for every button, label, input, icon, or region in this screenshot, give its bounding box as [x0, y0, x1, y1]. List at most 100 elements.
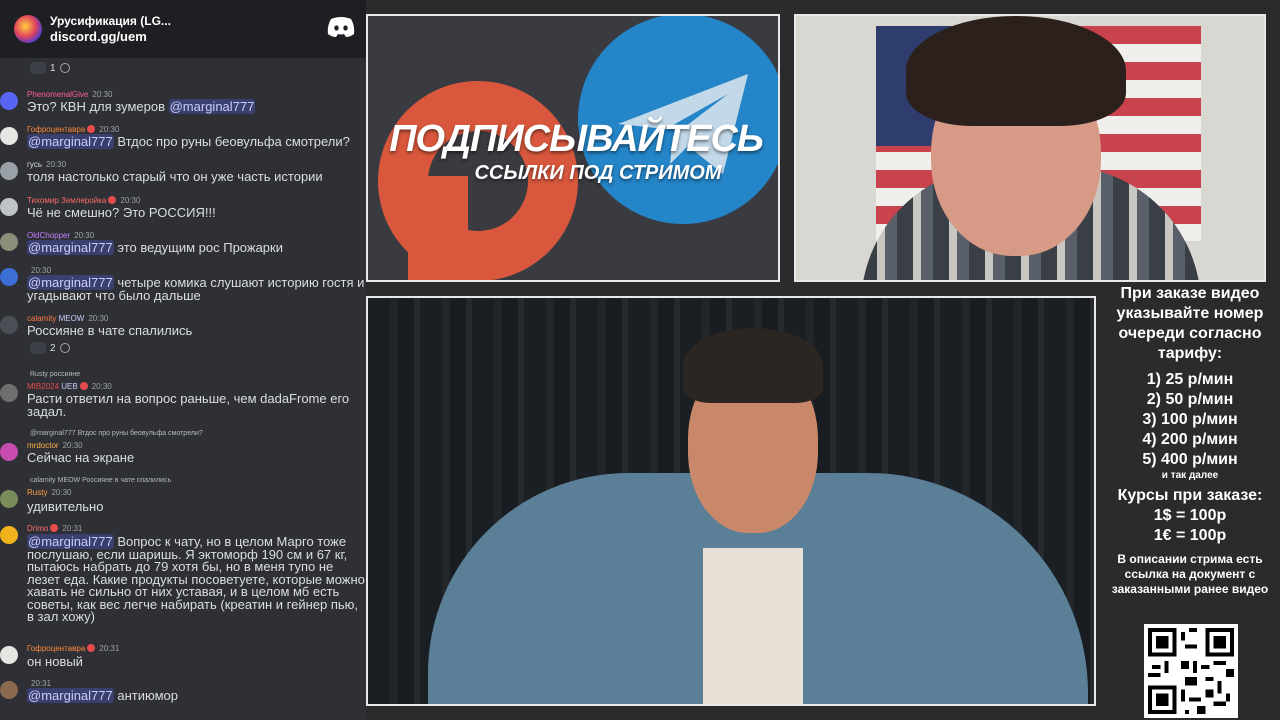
patreon-logo-stem [408, 176, 468, 280]
badge-icon [79, 382, 88, 390]
order-intro: При заказе видео указывайте номер очеред… [1116, 285, 1264, 362]
promo-banner: ПОДПИСЫВАЙТЕСЬ ССЫЛКИ ПОД СТРИМОМ [366, 14, 780, 282]
timestamp: 20:30 [120, 196, 141, 205]
message-text: он новый [27, 654, 83, 669]
message-text: удивительно [27, 499, 104, 514]
server-avatar [14, 15, 42, 43]
avatar [0, 162, 18, 180]
username: OldChopper 20:30 [27, 231, 94, 240]
message-body: Втдос про руны беовульфа смотрели? [113, 134, 350, 149]
message-text: Это? КВН для зумеров @marginal777 [27, 99, 366, 114]
tariff-item: 2) 50 р/мин [1146, 391, 1234, 408]
guest-hair [683, 328, 823, 403]
emoji-chip [30, 62, 46, 74]
tariff-item: 3) 100 р/мин [1142, 411, 1238, 428]
badge-icon [87, 644, 96, 652]
timestamp: 20:31 [62, 524, 83, 533]
avatar [0, 233, 18, 251]
message-text: толя настолько старый что он уже часть и… [27, 169, 323, 184]
timestamp: 20:30 [31, 266, 52, 275]
username-text: calamity [27, 314, 57, 323]
reaction[interactable]: 1 [30, 62, 70, 74]
avatar [0, 384, 18, 402]
badge-icon [50, 524, 59, 532]
discord-icon [327, 17, 355, 37]
badge-icon [87, 125, 96, 133]
emoji-chip [30, 342, 46, 354]
avatar [0, 526, 18, 544]
timestamp: 20:30 [62, 441, 83, 450]
mention[interactable]: @marginal777 [168, 99, 256, 114]
tariff-item: 5) 400 р/мин [1142, 451, 1238, 468]
username: PhenomenalGive 20:30 [27, 90, 112, 99]
message-text: @marginal777 это ведущим рос Прожарки [27, 240, 366, 255]
message-text: Сейчас на экране [27, 450, 135, 465]
timestamp: 20:31 [31, 679, 52, 688]
timestamp: 20:30 [46, 160, 67, 169]
timestamp: 20:30 [51, 488, 72, 497]
reply-preview[interactable]: Rusty россияне [30, 371, 80, 378]
username-text: MIB2024 [27, 382, 60, 391]
reaction-count: 1 [50, 62, 56, 74]
username: Rusty 20:30 [27, 488, 71, 497]
mention[interactable]: @marginal777 [27, 134, 114, 149]
main-video-player[interactable] [366, 296, 1096, 706]
message-text: @marginal777 Вопрос к чату, но в целом М… [27, 534, 366, 624]
user-tag: UEB [61, 382, 78, 391]
server-name: Урусификация (LG... [50, 14, 171, 28]
username: MIB2024 UEB 20:30 [27, 382, 112, 391]
username: 20:30 [27, 266, 51, 275]
reply-preview[interactable]: calamity MEOW Россияне в чате спалились [30, 477, 171, 484]
username: Гофроцентавра 20:30 [27, 125, 119, 134]
avatar [0, 646, 18, 664]
reaction[interactable]: 2 [30, 342, 70, 354]
avatar [0, 316, 18, 334]
timestamp: 20:31 [99, 644, 120, 653]
promo-title: ПОДПИСЫВАЙТЕСЬ [389, 118, 764, 160]
avatar [0, 92, 18, 110]
mention[interactable]: @marginal777 [27, 688, 114, 703]
reaction-count: 2 [50, 342, 56, 354]
qr-code[interactable] [1144, 624, 1238, 718]
message-body: Это? КВН для зумеров [27, 99, 169, 114]
username-text: mrdoctor [27, 441, 59, 450]
message-text: @marginal777 антиюмор [27, 688, 366, 703]
avatar [0, 198, 18, 216]
username-text: PhenomenalGive [27, 90, 89, 99]
avatar [0, 268, 18, 286]
server-invite-link[interactable]: discord.gg/uem [50, 29, 171, 45]
username: calamity MEOW 20:30 [27, 314, 108, 323]
username-text: Drimo [27, 524, 49, 533]
message-body: Вопрос к чату, но в целом Марго тоже пос… [27, 534, 365, 624]
order-info-panel: При заказе видео указывайте номер очеред… [1100, 284, 1280, 597]
username: 20:31 [27, 679, 51, 688]
add-reaction-icon[interactable] [59, 343, 70, 353]
timestamp: 20:30 [88, 314, 109, 323]
avatar [0, 443, 18, 461]
tariff-item: 4) 200 р/мин [1142, 431, 1238, 448]
mention[interactable]: @marginal777 [27, 240, 114, 255]
reply-preview[interactable]: @marginal777 Втдос про руны беовульфа см… [30, 430, 203, 437]
avatar [0, 490, 18, 508]
message-text: @marginal777 Втдос про руны беовульфа см… [27, 134, 366, 149]
tariff-item: 1) 25 р/мин [1146, 371, 1234, 388]
add-reaction-icon[interactable] [59, 63, 70, 73]
username: Drimo 20:31 [27, 524, 82, 533]
username-text: OldChopper [27, 231, 71, 240]
message-text: Расти ответил на вопрос раньше, чем dada… [27, 391, 350, 419]
message-text: @marginal777 четыре комика слушают истор… [27, 275, 366, 302]
streamer-hair [906, 16, 1126, 126]
username-text: Rusty [27, 488, 48, 497]
username: гусь 20:30 [27, 160, 66, 169]
rate-item: 1$ = 100р [1153, 507, 1227, 524]
message-text: Россияне в чате спалились [27, 323, 193, 338]
stream-layout: Урусификация (LG... discord.gg/uem 1 Phe… [0, 0, 1280, 720]
username-text: Гофроцентавра [27, 644, 86, 653]
username-text: гусь [27, 160, 42, 169]
username: mrdoctor 20:30 [27, 441, 83, 450]
qr-code-image [1148, 628, 1234, 714]
webcam-feed [794, 14, 1266, 282]
username-text: Гофроцентавра [27, 125, 86, 134]
guest-tshirt [703, 548, 803, 704]
username-text: Тихомир Землеройка [27, 196, 107, 205]
